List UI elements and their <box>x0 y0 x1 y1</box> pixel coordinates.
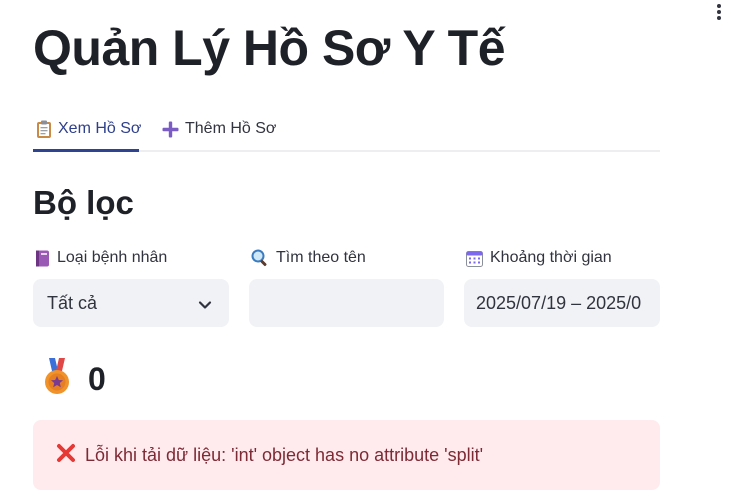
plus-icon <box>162 121 179 138</box>
medal-icon <box>42 357 72 401</box>
vertical-ellipsis-icon <box>710 4 728 20</box>
patient-type-value: Tất cả <box>47 292 98 313</box>
page-title: Quản Lý Hồ Sơ Y Tế <box>33 20 506 76</box>
date-range-input[interactable]: 2025/07/19 – 2025/0 <box>464 279 660 327</box>
tab-bar: Xem Hồ Sơ Thêm Hồ Sơ <box>33 106 660 152</box>
tab-view-records[interactable]: Xem Hồ Sơ <box>36 112 141 146</box>
patient-type-label: Loại bệnh nhân <box>35 247 167 269</box>
date-range-label: Khoảng thời gian <box>466 247 612 269</box>
date-range-label-text: Khoảng thời gian <box>490 249 612 266</box>
magnifier-icon <box>251 249 269 267</box>
calendar-icon <box>466 250 483 267</box>
clipboard-icon <box>36 120 52 138</box>
tab-add-record[interactable]: Thêm Hồ Sơ <box>162 112 276 146</box>
record-count-metric: 0 <box>42 357 106 401</box>
search-label-text: Tìm theo tên <box>276 249 366 266</box>
error-alert: Lỗi khi tải dữ liệu: 'int' object has no… <box>33 420 660 490</box>
error-message: Lỗi khi tải dữ liệu: 'int' object has no… <box>85 444 484 465</box>
date-range-value: 2025/07/19 – 2025/0 <box>476 292 642 313</box>
record-count-value: 0 <box>88 360 106 397</box>
filter-section-title: Bộ lọc <box>33 184 134 221</box>
active-tab-indicator <box>33 149 139 152</box>
patient-type-label-text: Loại bệnh nhân <box>57 249 168 266</box>
main-menu-button[interactable] <box>710 2 728 22</box>
patient-type-select[interactable]: Tất cả <box>33 279 229 327</box>
tab-label: Thêm Hồ Sơ <box>185 120 277 137</box>
ledger-icon <box>35 250 50 267</box>
search-label: Tìm theo tên <box>251 247 366 269</box>
cross-mark-icon <box>56 443 76 468</box>
tab-label: Xem Hồ Sơ <box>58 120 142 137</box>
chevron-down-icon <box>198 296 212 317</box>
search-input[interactable] <box>249 279 444 327</box>
